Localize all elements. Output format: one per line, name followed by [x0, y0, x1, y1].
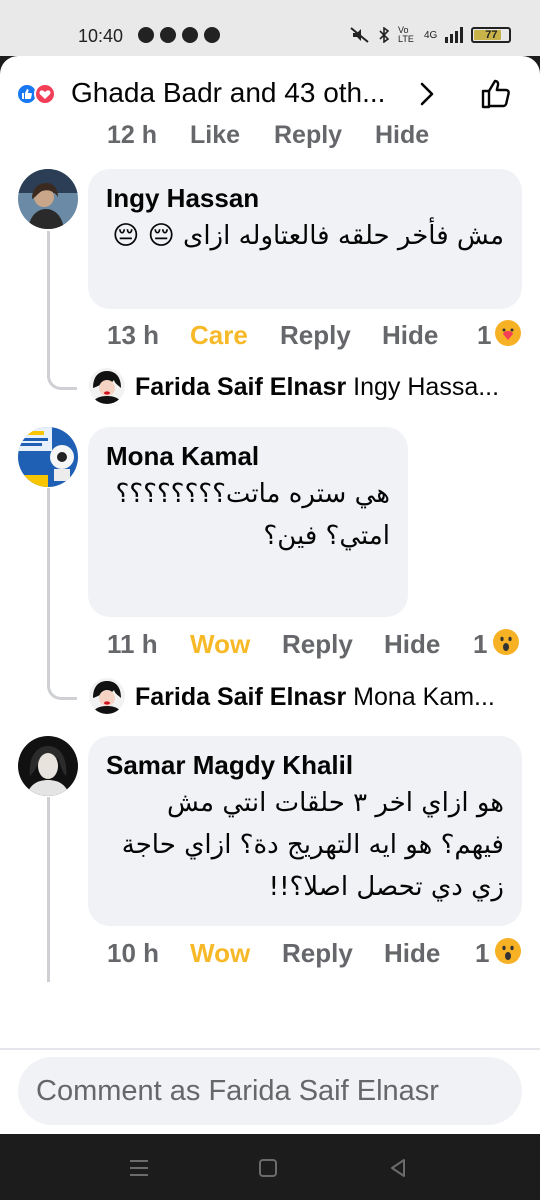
reply-preview-text: Farida Saif Elnasr Mona Kam...	[135, 682, 517, 712]
love-reaction-icon	[34, 83, 56, 105]
reply-author[interactable]: Farida Saif Elnasr	[135, 373, 346, 401]
reply-action[interactable]: Reply	[280, 320, 351, 351]
bluetooth-icon	[379, 27, 390, 43]
reply-action[interactable]: Reply	[282, 629, 353, 660]
reactions-header[interactable]: Ghada Badr and 43 oth...	[0, 56, 540, 128]
thread-line	[47, 488, 50, 688]
reply-snippet: Ingy Hassa...	[353, 373, 500, 401]
volte-label: Vo LTE	[398, 25, 414, 44]
wow-reaction-label[interactable]: Wow	[190, 938, 250, 969]
facebook-icon	[182, 27, 198, 43]
comment-composer[interactable]	[18, 1057, 522, 1125]
avatar[interactable]	[18, 427, 78, 487]
reply-author[interactable]: Farida Saif Elnasr	[135, 683, 346, 711]
comment-time: 13 h	[107, 320, 160, 350]
reply-preview[interactable]: Farida Saif Elnasr Ingy Hassa...	[47, 366, 517, 416]
chevron-right-icon[interactable]	[413, 80, 441, 108]
whatsapp-icon	[138, 27, 154, 43]
care-reaction-icon	[495, 320, 521, 346]
comment-time: 10 h	[107, 938, 160, 968]
reply-action[interactable]: Reply	[282, 938, 353, 969]
reaction-count[interactable]: 1	[473, 629, 487, 660]
thread-line	[47, 797, 50, 982]
thread-line	[47, 231, 50, 378]
comment-author[interactable]: Ingy Hassan	[106, 181, 504, 215]
menu-icon[interactable]	[127, 1156, 151, 1180]
status-time: 10:40	[78, 26, 124, 46]
back-icon[interactable]	[386, 1156, 410, 1180]
reaction-summary-icons[interactable]	[16, 83, 66, 105]
notification-icons	[138, 27, 220, 43]
comment-author[interactable]: Samar Magdy Khalil	[106, 748, 504, 782]
comment-text: هي ستره ماتت؟؟؟؟؟؟؟؟ امتي؟ فين؟	[115, 479, 390, 551]
wow-reaction-icon	[493, 629, 519, 655]
comment-actions: 10 h Wow Reply Hide 1	[107, 938, 527, 972]
thread-connector	[47, 366, 77, 390]
status-indicators: Vo LTE 4G 77	[350, 25, 512, 44]
home-icon[interactable]	[256, 1156, 280, 1180]
comment-text: مش فأخر حلقه فالعتاوله ازاى 😔 😔	[112, 221, 504, 251]
like-action[interactable]: Like	[190, 121, 240, 149]
comments-sheet: Ghada Badr and 43 oth... 12 h Like Reply…	[0, 56, 540, 1134]
reply-snippet: Mona Kam...	[353, 683, 495, 711]
avatar[interactable]	[18, 169, 78, 229]
battery-icon: 77	[471, 27, 512, 43]
system-nav-bar	[0, 1134, 540, 1200]
battery-percent: 77	[485, 29, 498, 41]
composer-divider	[0, 1048, 540, 1050]
mute-icon	[350, 27, 369, 43]
hide-action[interactable]: Hide	[375, 121, 429, 149]
care-reaction-label[interactable]: Care	[190, 320, 248, 351]
comment-bubble[interactable]: Samar Magdy Khalil هو ازاي اخر ٣ حلقات ا…	[88, 736, 522, 926]
reply-action[interactable]: Reply	[274, 121, 342, 149]
status-bar: 10:40 Vo LTE 4G 77	[0, 0, 540, 56]
comment-time: 11 h	[107, 629, 158, 659]
reaction-count[interactable]: 1	[477, 320, 491, 351]
thread-connector	[47, 676, 77, 700]
wow-reaction-label[interactable]: Wow	[190, 629, 250, 660]
comment-input[interactable]	[36, 1057, 506, 1125]
chat-icon	[160, 27, 176, 43]
wow-reaction-icon	[495, 938, 521, 964]
reply-preview[interactable]: Farida Saif Elnasr Mona Kam...	[47, 676, 517, 726]
messenger-icon	[204, 27, 220, 43]
previous-comment-actions: 12 h Like Reply Hide	[107, 119, 447, 149]
comment-bubble[interactable]: Ingy Hassan مش فأخر حلقه فالعتاوله ازاى …	[88, 169, 522, 309]
hide-action[interactable]: Hide	[384, 629, 440, 660]
comment-text: هو ازاي اخر ٣ حلقات انتي مش فيهم؟ هو ايه…	[121, 788, 504, 902]
hide-action[interactable]: Hide	[382, 320, 438, 351]
signal-icon	[445, 27, 464, 43]
reply-preview-text: Farida Saif Elnasr Ingy Hassa...	[135, 372, 517, 402]
comment-bubble[interactable]: Mona Kamal هي ستره ماتت؟؟؟؟؟؟؟؟ امتي؟ في…	[88, 427, 408, 617]
avatar[interactable]	[89, 678, 125, 714]
comment-author[interactable]: Mona Kamal	[106, 439, 390, 473]
reactors-title[interactable]: Ghada Badr and 43 oth...	[71, 76, 411, 110]
comment-actions: 11 h Wow Reply Hide 1	[107, 629, 527, 663]
reaction-count[interactable]: 1	[475, 938, 489, 969]
comment-time: 12 h	[107, 121, 158, 149]
like-button-icon[interactable]	[478, 76, 514, 112]
network-type: 4G	[424, 29, 438, 41]
avatar[interactable]	[18, 736, 78, 796]
comment-actions: 13 h Care Reply Hide 1	[107, 320, 527, 354]
hide-action[interactable]: Hide	[384, 938, 440, 969]
avatar[interactable]	[89, 368, 125, 404]
